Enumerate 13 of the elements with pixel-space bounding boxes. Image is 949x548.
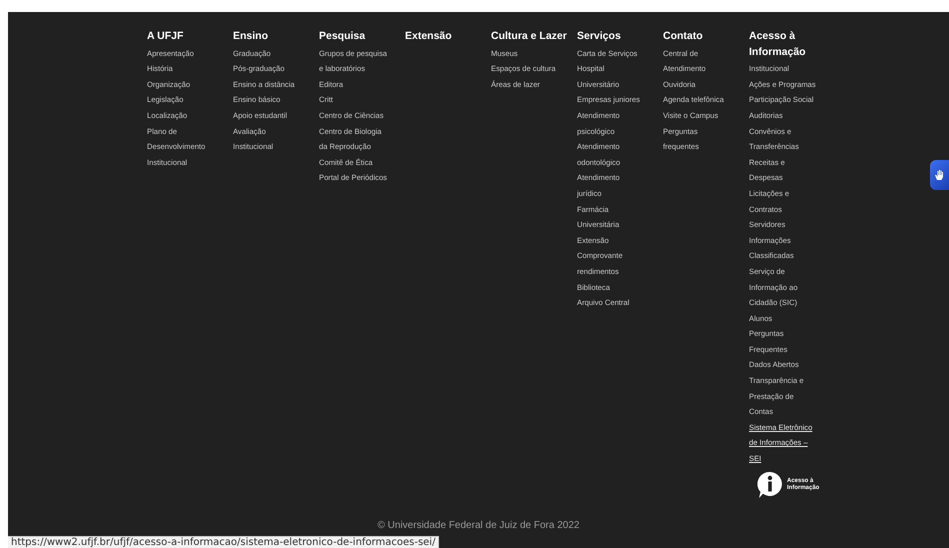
column-heading: Acesso à Informação [749, 29, 806, 60]
status-bar-url: https://www2.ufjf.br/ufjf/acesso-a-informacao/sistema-eletronico-de-informacoes-sei/ [8, 536, 440, 548]
column-heading: Ensino [233, 29, 268, 44]
copyright-text: © Universidade Federal de Juiz de Fora 2022 [376, 520, 580, 531]
column-heading: Serviços [577, 29, 621, 44]
column-heading: Extensão [405, 29, 452, 44]
column-heading: Contato [663, 29, 703, 44]
hand-icon [934, 169, 946, 181]
column-heading: Pesquisa [319, 29, 366, 44]
accessibility-button[interactable] [930, 160, 949, 190]
info-icon [757, 470, 783, 499]
column-heading: A UFJF [147, 29, 184, 44]
column-heading: Cultura e Lazer [491, 29, 567, 44]
